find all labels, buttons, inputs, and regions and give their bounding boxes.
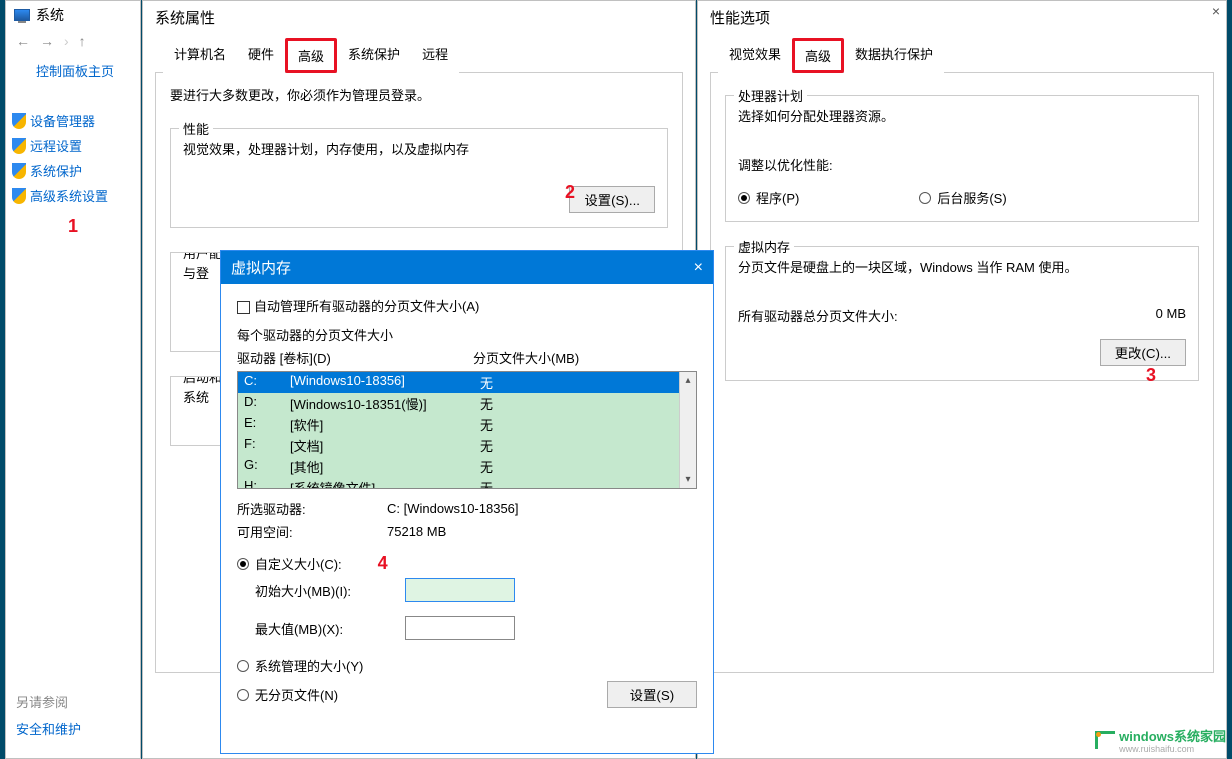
vm-dialog-title: 虚拟内存: [231, 257, 291, 278]
tab-remote[interactable]: 远程: [411, 38, 459, 73]
shield-icon: [12, 138, 26, 154]
hdr-drive: 驱动器 [卷标](D): [237, 348, 473, 367]
drive-row[interactable]: E:[软件]无: [238, 414, 696, 435]
startup-legend: 启动和: [179, 376, 226, 386]
back-button[interactable]: ←: [16, 33, 30, 49]
control-panel-home-link[interactable]: 控制面板主页: [6, 59, 140, 82]
sidebar-advanced-system[interactable]: 高级系统设置: [6, 183, 140, 208]
max-size-label: 最大值(MB)(X):: [255, 619, 405, 638]
startup-desc: 系统: [183, 387, 217, 406]
see-also-label: 另请参阅: [16, 692, 81, 711]
system-window: 系统 ← → › ↑ 控制面板主页 设备管理器 远程设置 系统保护 高级系统设置…: [5, 0, 141, 759]
drive-row[interactable]: G:[其他]无: [238, 456, 696, 477]
scroll-up-icon[interactable]: ▴: [680, 372, 696, 389]
tab-perf-advanced[interactable]: 高级: [792, 38, 844, 73]
selected-drive-label: 所选驱动器:: [237, 499, 387, 518]
close-icon[interactable]: ×: [1212, 3, 1220, 19]
sidebar-remote-settings[interactable]: 远程设置: [6, 133, 140, 158]
tab-advanced[interactable]: 高级: [285, 38, 337, 73]
sidebar-system-protection[interactable]: 系统保护: [6, 158, 140, 183]
virtual-memory-dialog: 虚拟内存 × 自动管理所有驱动器的分页文件大小(A) 每个驱动器的分页文件大小 …: [220, 250, 714, 754]
drive-row[interactable]: C:[Windows10-18356]无: [238, 372, 696, 393]
shield-icon: [12, 113, 26, 129]
init-size-label: 初始大小(MB)(I):: [255, 581, 405, 600]
up-button[interactable]: ↑: [79, 33, 86, 49]
perf-settings-button[interactable]: 设置(S)...: [569, 186, 655, 213]
sysprop-title: 系统属性: [143, 1, 695, 38]
radio-system-managed[interactable]: 系统管理的大小(Y): [237, 656, 697, 675]
perfopt-title: 性能选项: [698, 1, 1226, 38]
vm-set-button[interactable]: 设置(S): [607, 681, 697, 708]
system-title: 系统: [36, 5, 64, 25]
security-maint-link[interactable]: 安全和维护: [16, 719, 81, 738]
vm-desc: 分页文件是硬盘上的一块区域，Windows 当作 RAM 使用。: [738, 257, 1186, 276]
drive-listbox[interactable]: C:[Windows10-18356]无D:[Windows10-18351(慢…: [237, 371, 697, 489]
drive-row[interactable]: F:[文档]无: [238, 435, 696, 456]
drive-row[interactable]: D:[Windows10-18351(慢)]无: [238, 393, 696, 414]
radio-custom-size[interactable]: 自定义大小(C): 4: [237, 553, 697, 574]
annotation-3: 3: [1146, 365, 1156, 386]
perf-legend: 性能: [179, 119, 213, 138]
vm-total-label: 所有驱动器总分页文件大小:: [738, 306, 898, 325]
tab-dep[interactable]: 数据执行保护: [844, 38, 944, 73]
radio-dot-icon: [237, 660, 249, 672]
radio-background[interactable]: 后台服务(S): [919, 188, 1006, 207]
radio-programs[interactable]: 程序(P): [738, 188, 799, 207]
perf-desc: 视觉效果，处理器计划，内存使用，以及虚拟内存: [183, 139, 655, 158]
perfopt-tabs: 视觉效果 高级 数据执行保护: [710, 38, 1214, 73]
cpu-plan-legend: 处理器计划: [734, 86, 807, 105]
drive-row[interactable]: H:[系统镜像文件]无: [238, 477, 696, 489]
watermark-logo-icon: [1095, 731, 1115, 749]
admin-note: 要进行大多数更改，你必须作为管理员登录。: [170, 85, 668, 104]
monitor-icon: [14, 9, 30, 21]
each-drive-label: 每个驱动器的分页文件大小: [237, 325, 697, 344]
userprof-legend: 用户配: [179, 252, 226, 262]
vm-legend: 虚拟内存: [734, 237, 794, 256]
radio-dot-icon: [919, 192, 931, 204]
tab-visual-effects[interactable]: 视觉效果: [718, 38, 792, 73]
max-size-input[interactable]: [405, 616, 515, 640]
hdr-page: 分页文件大小(MB): [473, 348, 579, 367]
userprof-desc: 与登: [183, 263, 217, 282]
vm-total-value: 0 MB: [1156, 306, 1186, 325]
scroll-down-icon[interactable]: ▾: [680, 471, 696, 488]
annotation-4: 4: [378, 553, 388, 574]
performance-options-window: × 性能选项 视觉效果 高级 数据执行保护 处理器计划 选择如何分配处理器资源。…: [697, 0, 1227, 759]
vm-change-button[interactable]: 更改(C)...: [1100, 339, 1186, 366]
shield-icon: [12, 163, 26, 179]
cpu-adjust-label: 调整以优化性能:: [738, 155, 1186, 174]
watermark: windows系统家园 www.ruishaifu.com: [1095, 726, 1226, 754]
shield-icon: [12, 188, 26, 204]
cpu-plan-desc: 选择如何分配处理器资源。: [738, 106, 1186, 125]
tab-computer-name[interactable]: 计算机名: [163, 38, 237, 73]
radio-dot-icon: [237, 558, 249, 570]
radio-no-paging[interactable]: 无分页文件(N): [237, 685, 607, 704]
selected-drive-value: C: [Windows10-18356]: [387, 501, 519, 516]
checkbox-icon: [237, 301, 250, 314]
annotation-1: 1: [6, 216, 140, 237]
auto-manage-checkbox[interactable]: 自动管理所有驱动器的分页文件大小(A): [237, 299, 479, 314]
avail-space-label: 可用空间:: [237, 522, 387, 541]
avail-space-value: 75218 MB: [387, 524, 446, 539]
sysprop-tabs: 计算机名 硬件 高级 系统保护 远程: [155, 38, 683, 73]
scrollbar[interactable]: ▴ ▾: [679, 372, 696, 488]
forward-button[interactable]: →: [40, 33, 54, 49]
tab-hardware[interactable]: 硬件: [237, 38, 285, 73]
sidebar-device-manager[interactable]: 设备管理器: [6, 108, 140, 133]
tab-system-protection[interactable]: 系统保护: [337, 38, 411, 73]
close-icon[interactable]: ×: [694, 259, 703, 277]
radio-dot-icon: [237, 689, 249, 701]
radio-dot-icon: [738, 192, 750, 204]
annotation-2: 2: [565, 182, 575, 203]
initial-size-input[interactable]: [405, 578, 515, 602]
